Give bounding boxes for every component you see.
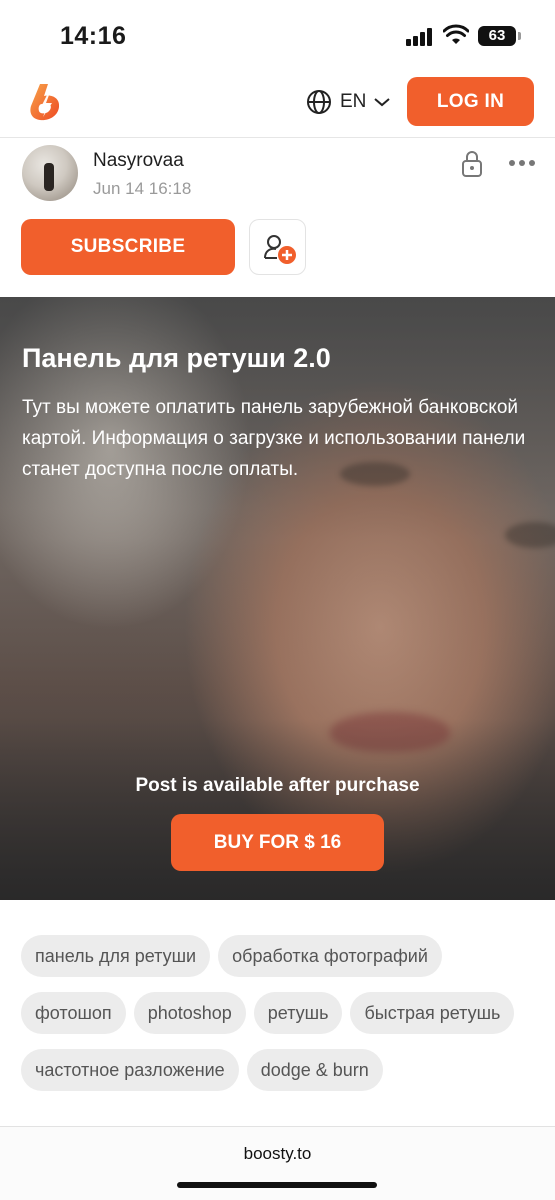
tag-chip[interactable]: частотное разложение <box>21 1049 239 1091</box>
follow-button[interactable] <box>249 219 306 275</box>
globe-icon <box>307 90 331 114</box>
chevron-down-icon <box>374 98 391 107</box>
tag-chip[interactable]: фотошоп <box>21 992 126 1034</box>
tag-chip[interactable]: обработка фотографий <box>218 935 442 977</box>
locked-message: Post is available after purchase <box>135 775 420 796</box>
tag-chip[interactable]: dodge & burn <box>246 1049 383 1091</box>
author-row: Nasyrovaa Jun 14 16:18 <box>0 142 555 212</box>
avatar[interactable] <box>22 145 78 201</box>
language-label: EN <box>340 91 367 112</box>
tag-chip[interactable]: photoshop <box>133 992 246 1034</box>
subscribe-button[interactable]: SUBSCRIBE <box>21 219 235 275</box>
tag-chip[interactable]: ретушь <box>253 992 343 1034</box>
more-options-icon[interactable] <box>509 160 535 168</box>
add-user-icon <box>264 235 296 264</box>
tag-chip[interactable]: быстрая ретушь <box>350 992 515 1034</box>
home-indicator <box>177 1182 377 1188</box>
login-button[interactable]: LOG IN <box>407 77 534 126</box>
tag-list: панель для ретуши обработка фотографий ф… <box>21 935 541 1091</box>
wifi-icon <box>443 24 469 44</box>
app-header: EN LOG IN <box>0 70 555 138</box>
author-name[interactable]: Nasyrovaa <box>93 150 184 172</box>
buy-button[interactable]: BUY FOR $ 16 <box>171 814 384 871</box>
post-date: Jun 14 16:18 <box>93 179 192 198</box>
post-title: Панель для ретуши 2.0 <box>22 343 331 373</box>
tag-chip[interactable]: панель для ретуши <box>21 935 211 977</box>
url-label[interactable]: boosty.to <box>0 1144 555 1164</box>
status-bar: 14:16 63 <box>0 0 555 70</box>
cover-overlay <box>0 297 555 900</box>
battery-icon: 63 <box>478 26 521 46</box>
boosty-logo-icon[interactable] <box>26 82 66 122</box>
language-selector[interactable]: EN <box>306 88 391 116</box>
cellular-signal-icon <box>406 28 436 46</box>
lock-icon <box>462 151 482 177</box>
post-cover: Панель для ретуши 2.0 Тут вы можете опла… <box>0 297 555 900</box>
browser-address-bar[interactable]: boosty.to <box>0 1126 555 1200</box>
post-description: Тут вы можете оплатить панель зарубежной… <box>22 397 526 480</box>
status-time: 14:16 <box>60 22 127 50</box>
